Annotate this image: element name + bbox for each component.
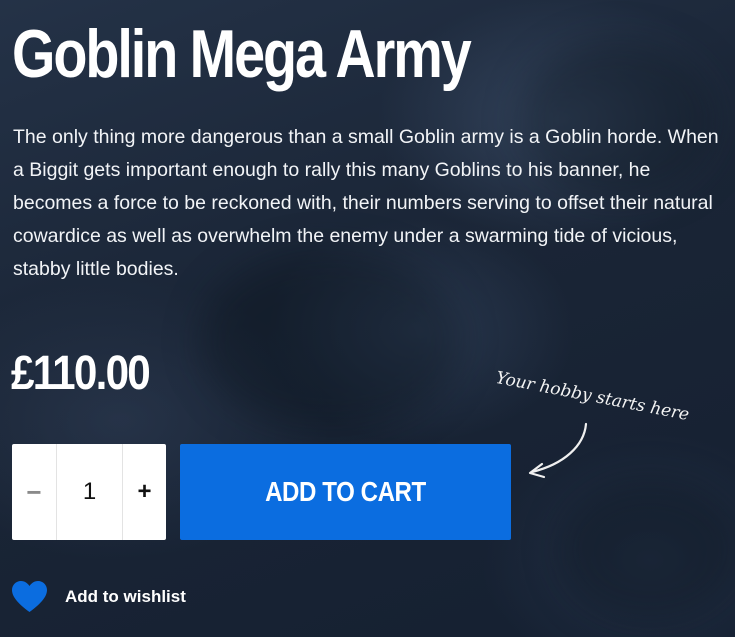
quantity-stepper[interactable]: − 1 + — [12, 444, 166, 540]
product-title: Goblin Mega Army — [12, 16, 472, 92]
add-to-cart-label: ADD TO CART — [265, 476, 426, 507]
curved-arrow-icon — [528, 422, 588, 479]
quantity-decrement-button[interactable]: − — [12, 444, 57, 540]
quantity-increment-button[interactable]: + — [123, 444, 166, 540]
background-shade — [560, 480, 735, 620]
product-description: The only thing more dangerous than a sma… — [13, 126, 719, 280]
heart-icon — [12, 581, 47, 612]
wishlist-label: Add to wishlist — [65, 587, 186, 606]
product-price: £110.00 — [11, 347, 151, 400]
hero-background — [0, 0, 735, 637]
quantity-value[interactable]: 1 — [57, 444, 123, 540]
add-to-wishlist-link[interactable]: Add to wishlist — [12, 580, 186, 614]
add-to-cart-button[interactable]: ADD TO CART — [180, 444, 511, 540]
